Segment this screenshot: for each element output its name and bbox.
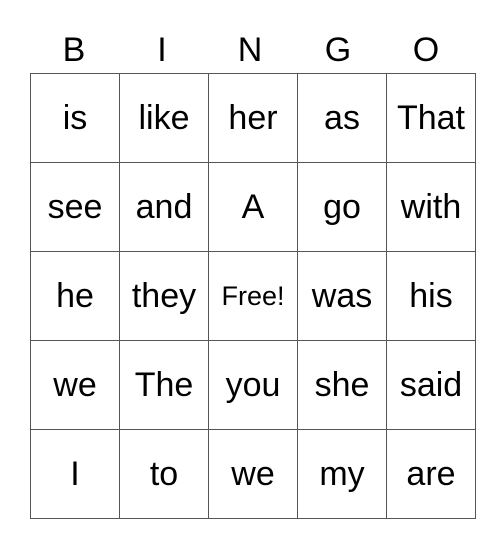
bingo-cell[interactable]: The [119,340,209,430]
bingo-cell[interactable]: my [297,429,387,519]
header-letter-i: I [157,31,167,69]
bingo-cell[interactable]: they [119,251,209,341]
bingo-grid: is like her as That see and A go with he… [30,73,476,519]
bingo-cell[interactable]: was [297,251,387,341]
free-space-cell[interactable]: Free! [208,251,298,341]
bingo-cell[interactable]: we [30,340,120,430]
grid-row: is like her as That [30,73,476,163]
bingo-cell[interactable]: I [30,429,120,519]
grid-row: see and A go with [30,162,476,252]
bingo-cell[interactable]: That [386,73,476,163]
grid-row: we The you she said [30,340,476,430]
header-letter-b: B [62,31,86,69]
header-letter-n: N [237,31,263,69]
bingo-cell[interactable]: we [208,429,298,519]
header-letter-g: G [324,31,352,69]
grid-row: I to we my are [30,429,476,519]
bingo-cell[interactable]: said [386,340,476,430]
bingo-cell[interactable]: to [119,429,209,519]
bingo-header: B I N G O [30,28,470,72]
bingo-cell[interactable]: as [297,73,387,163]
bingo-cell[interactable]: her [208,73,298,163]
bingo-cell[interactable]: are [386,429,476,519]
bingo-cell[interactable]: you [208,340,298,430]
bingo-cell[interactable]: see [30,162,120,252]
bingo-cell[interactable]: he [30,251,120,341]
bingo-cell[interactable]: she [297,340,387,430]
bingo-cell[interactable]: like [119,73,209,163]
grid-row: he they Free! was his [30,251,476,341]
bingo-cell[interactable]: is [30,73,120,163]
header-letter-o: O [412,31,440,69]
bingo-cell[interactable]: his [386,251,476,341]
bingo-cell[interactable]: with [386,162,476,252]
bingo-cell[interactable]: and [119,162,209,252]
bingo-cell[interactable]: go [297,162,387,252]
bingo-cell[interactable]: A [208,162,298,252]
